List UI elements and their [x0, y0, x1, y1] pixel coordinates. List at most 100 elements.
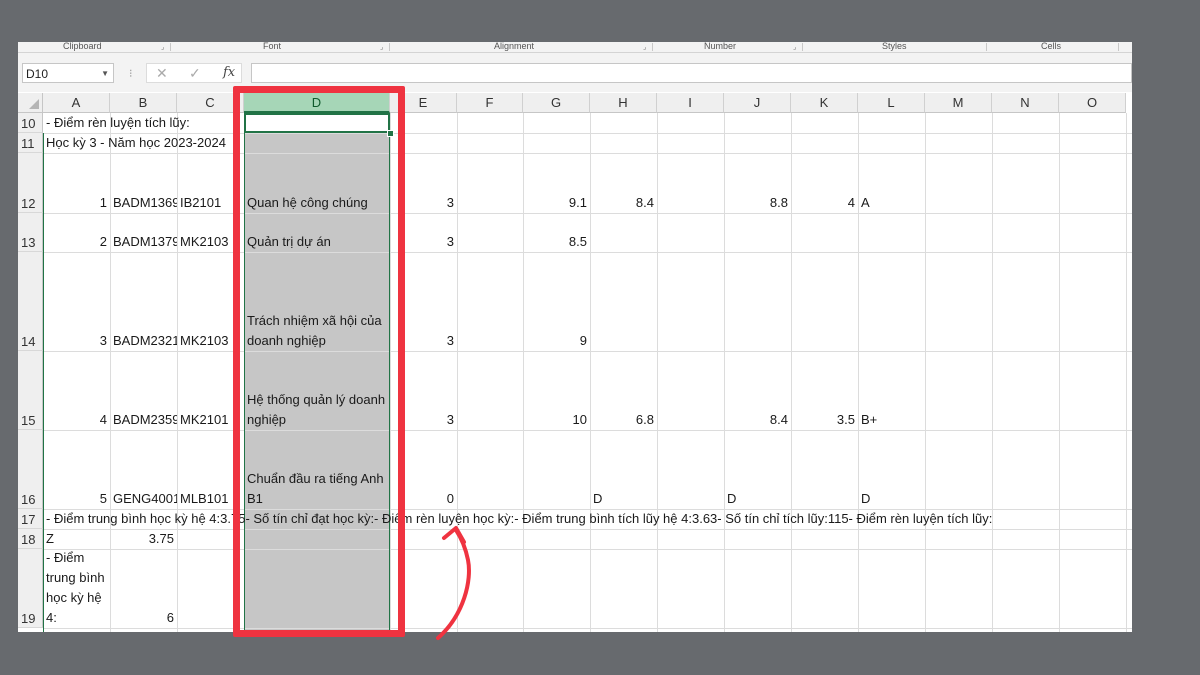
- cell-h12[interactable]: 8.4: [590, 193, 657, 213]
- column-header-n[interactable]: N: [992, 93, 1059, 113]
- gridline: [590, 113, 591, 632]
- row-header-19[interactable]: 19: [18, 549, 43, 628]
- drag-handle-icon[interactable]: ⁝: [129, 67, 133, 80]
- gridline: [1059, 113, 1060, 632]
- row-header-17[interactable]: 17: [18, 509, 43, 529]
- cell-b13[interactable]: BADM1379: [110, 232, 177, 252]
- cell-a14[interactable]: 3: [43, 331, 110, 351]
- dialog-launcher-icon[interactable]: ⌟: [643, 43, 646, 52]
- cell-b12[interactable]: BADM1369: [110, 193, 177, 213]
- cell-a19[interactable]: - Điểm trung bình học kỳ hệ 4:: [43, 549, 110, 628]
- ribbon-separator: [986, 43, 987, 51]
- cell-l12[interactable]: A: [858, 193, 925, 213]
- gridline: [523, 113, 524, 632]
- gridline: [657, 113, 658, 632]
- dialog-launcher-icon[interactable]: ⌟: [380, 43, 383, 52]
- column-header-o[interactable]: O: [1059, 93, 1126, 113]
- row-header-11[interactable]: 11: [18, 133, 43, 153]
- column-header-h[interactable]: H: [590, 93, 657, 113]
- gridline: [43, 153, 1132, 154]
- row-header-15[interactable]: 15: [18, 351, 43, 430]
- cell-l16[interactable]: D: [858, 489, 925, 509]
- cell-b14[interactable]: BADM2321: [110, 331, 177, 351]
- column-header-b[interactable]: B: [110, 93, 177, 113]
- cell-a18[interactable]: Z: [43, 529, 110, 549]
- column-header-j[interactable]: J: [724, 93, 791, 113]
- formula-input[interactable]: [251, 63, 1132, 83]
- ribbon-separator: [1118, 43, 1119, 51]
- cell-a12[interactable]: 1: [43, 193, 110, 213]
- row-header-18[interactable]: 18: [18, 529, 43, 549]
- cell-b18[interactable]: 3.75: [110, 529, 177, 549]
- cell-k15[interactable]: 3.5: [791, 410, 858, 430]
- cell-a11[interactable]: Học kỳ 3 - Năm học 2023-2024: [43, 133, 244, 153]
- column-header-m[interactable]: M: [925, 93, 992, 113]
- column-header-i[interactable]: I: [657, 93, 724, 113]
- row-header-12[interactable]: 12: [18, 153, 43, 213]
- cell-a13[interactable]: 2: [43, 232, 110, 252]
- ribbon-separator: [389, 43, 390, 51]
- gridline: [1126, 113, 1127, 632]
- cancel-icon[interactable]: ✕: [156, 64, 168, 82]
- ribbon-separator: [802, 43, 803, 51]
- gridline: [43, 252, 1132, 253]
- row-header-10[interactable]: 10: [18, 113, 43, 133]
- cell-j12[interactable]: 8.8: [724, 193, 791, 213]
- ribbon-separator: [652, 43, 653, 51]
- cell-b19[interactable]: 6: [110, 608, 177, 628]
- name-box-value: D10: [26, 67, 49, 81]
- chevron-down-icon[interactable]: ▼: [101, 64, 109, 84]
- cell-h16[interactable]: D: [590, 489, 657, 509]
- row-header-13[interactable]: 13: [18, 213, 43, 252]
- column-header-l[interactable]: L: [858, 93, 925, 113]
- dialog-launcher-icon[interactable]: ⌟: [793, 43, 796, 52]
- gridline: [925, 113, 926, 632]
- curved-arrow-icon: [436, 526, 471, 640]
- row-header-16[interactable]: 16: [18, 430, 43, 509]
- name-box[interactable]: D10 ▼: [22, 63, 114, 83]
- ribbon-group-styles: Styles: [882, 42, 907, 51]
- cell-b15[interactable]: BADM2359: [110, 410, 177, 430]
- select-all-corner[interactable]: [18, 93, 43, 113]
- ribbon-group-labels: Clipboard ⌟ Font ⌟ Alignment ⌟ Number ⌟ …: [18, 42, 1132, 53]
- cell-a15[interactable]: 4: [43, 410, 110, 430]
- ribbon-separator: [170, 43, 171, 51]
- ribbon-group-number: Number: [704, 42, 737, 51]
- gridline: [43, 529, 1132, 530]
- gridline: [724, 113, 725, 632]
- column-header-f[interactable]: F: [457, 93, 523, 113]
- cell-g15[interactable]: 10: [523, 410, 590, 430]
- gridline: [858, 113, 859, 632]
- cell-h15[interactable]: 6.8: [590, 410, 657, 430]
- cell-a10[interactable]: - Điểm rèn luyện tích lũy:: [43, 113, 244, 133]
- cell-g13[interactable]: 8.5: [523, 232, 590, 252]
- cell-g14[interactable]: 9: [523, 331, 590, 351]
- gridline: [791, 113, 792, 632]
- cell-a17[interactable]: - Điểm trung bình học kỳ hệ 4:3.75- Số t…: [43, 509, 1126, 529]
- ribbon-group-clipboard: Clipboard: [63, 42, 102, 51]
- row-header-14[interactable]: 14: [18, 252, 43, 351]
- cell-j16[interactable]: D: [724, 489, 791, 509]
- column-header-g[interactable]: G: [523, 93, 590, 113]
- column-header-a[interactable]: A: [43, 93, 110, 113]
- gridline: [43, 628, 1132, 629]
- cell-k12[interactable]: 4: [791, 193, 858, 213]
- worksheet-grid[interactable]: A B C D E F G H I J K L M N O 10 11 12 1…: [18, 93, 1132, 632]
- cell-g12[interactable]: 9.1: [523, 193, 590, 213]
- gridline: [177, 113, 178, 632]
- ribbon-group-font: Font: [263, 42, 282, 51]
- column-header-k[interactable]: K: [791, 93, 858, 113]
- cell-b16[interactable]: GENG4001: [110, 489, 177, 509]
- cell-a16[interactable]: 5: [43, 489, 110, 509]
- highlight-rectangle: [233, 86, 405, 637]
- dialog-launcher-icon[interactable]: ⌟: [161, 43, 164, 52]
- insert-function-icon[interactable]: fx: [223, 64, 235, 82]
- enter-icon[interactable]: ✓: [189, 64, 201, 82]
- ribbon-group-alignment: Alignment: [494, 42, 535, 51]
- gridline: [43, 549, 1132, 550]
- ribbon-group-cells: Cells: [1041, 42, 1062, 51]
- formula-bar: D10 ▼ ⁝ ✕ ✓ fx: [18, 53, 1132, 92]
- cell-l15[interactable]: B+: [858, 410, 925, 430]
- cell-j15[interactable]: 8.4: [724, 410, 791, 430]
- spreadsheet-window: Clipboard ⌟ Font ⌟ Alignment ⌟ Number ⌟ …: [18, 42, 1132, 632]
